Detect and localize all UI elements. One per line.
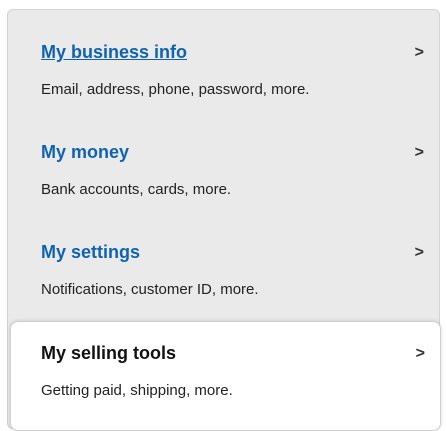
- chevron-right-icon[interactable]: >: [415, 243, 424, 263]
- menu-item-title[interactable]: My settings: [41, 241, 140, 263]
- menu-item-description: Email, address, phone, password, more.: [41, 81, 310, 98]
- menu-item-title[interactable]: My selling tools: [41, 342, 176, 364]
- menu-item-settings[interactable]: My settings Notifications, customer ID, …: [8, 210, 441, 298]
- menu-item-money[interactable]: My money Bank accounts, cards, more. >: [8, 110, 441, 198]
- menu-item-business-info[interactable]: My business info Email, address, phone, …: [8, 10, 441, 98]
- menu-item-description: Bank accounts, cards, more.: [41, 181, 232, 198]
- chevron-right-icon[interactable]: >: [415, 143, 424, 163]
- chevron-right-icon[interactable]: >: [415, 43, 424, 63]
- menu-item-description: Getting paid, shipping, more.: [41, 382, 233, 399]
- account-menu-panel: My business info Email, address, phone, …: [7, 9, 441, 431]
- chevron-right-icon[interactable]: >: [416, 344, 425, 364]
- menu-item-description: Notifications, customer ID, more.: [41, 281, 259, 298]
- menu-item-title[interactable]: My money: [41, 141, 129, 163]
- menu-item-title[interactable]: My business info: [41, 41, 187, 63]
- menu-item-selling-tools-selected[interactable]: My selling tools Getting paid, shipping,…: [10, 321, 441, 431]
